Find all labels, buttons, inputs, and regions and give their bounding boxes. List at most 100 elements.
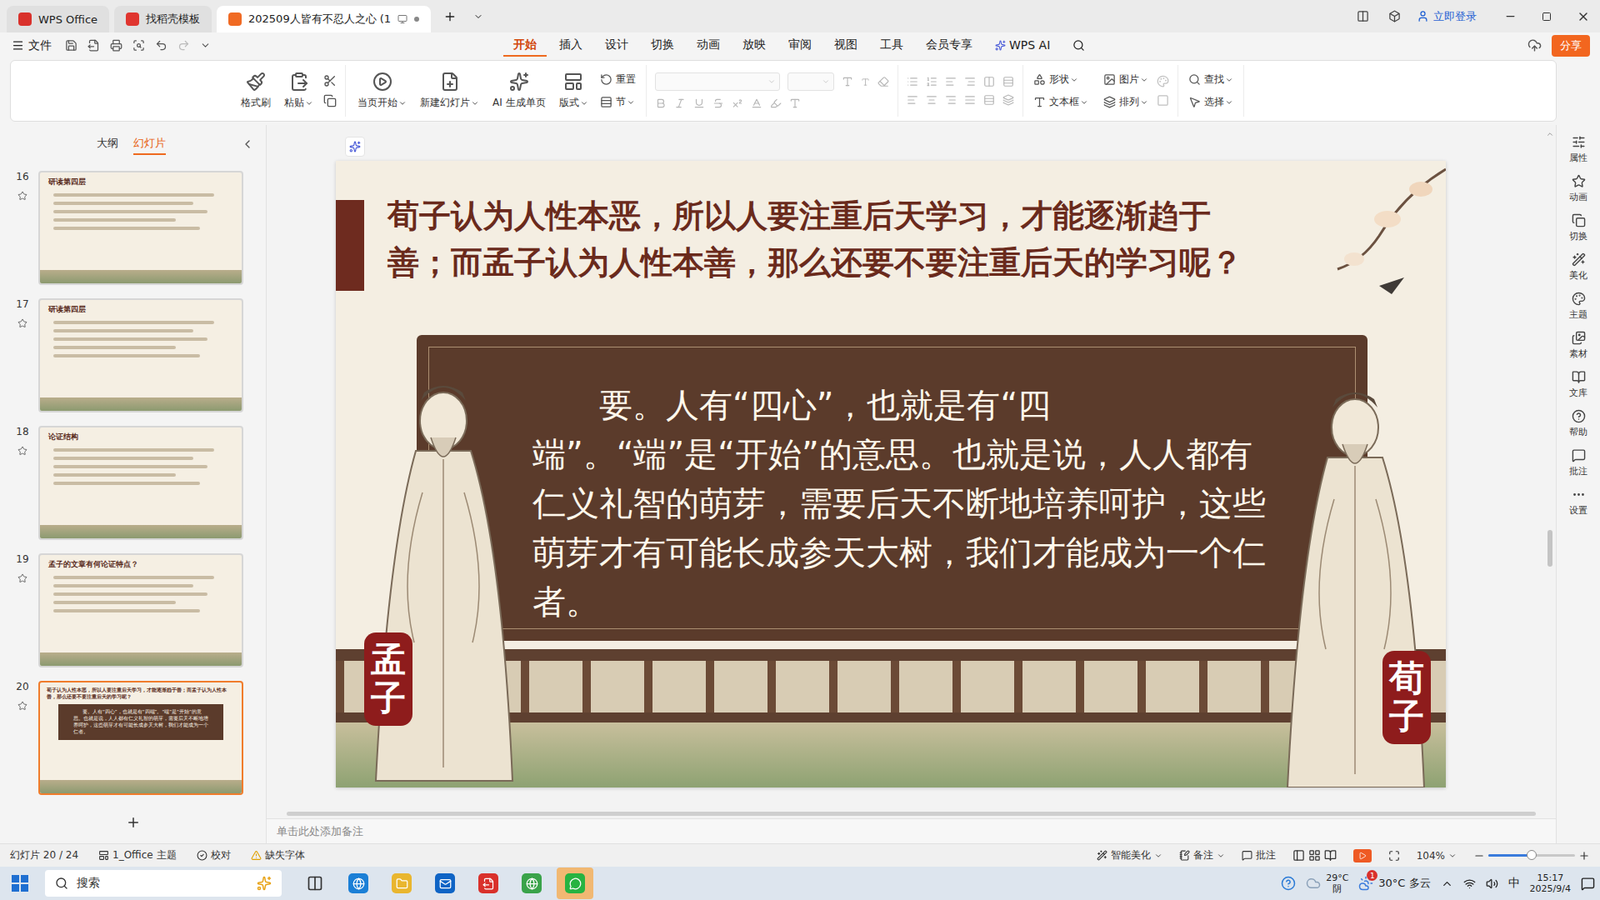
slide-thumbnail[interactable]: 18论证结构 (13, 425, 250, 540)
taskbar-app[interactable] (426, 867, 464, 900)
ribbon-tab[interactable]: 动画 (686, 34, 730, 57)
ribbon-small-button[interactable]: 查找 (1186, 71, 1235, 88)
notification-center-icon[interactable] (1580, 876, 1595, 891)
taskbar-app[interactable] (470, 867, 507, 900)
decrease-indent-icon[interactable] (945, 75, 957, 88)
panel-tab[interactable]: 幻灯片 (133, 133, 166, 155)
font-name-field[interactable] (655, 72, 780, 91)
sorter-view-icon[interactable] (1308, 849, 1321, 862)
document-tab[interactable]: 202509人皆有不忍人之心 (1 (216, 5, 431, 33)
ribbon-small-button[interactable]: 图片 (1101, 71, 1150, 88)
ribbon-small-button[interactable]: 形状 (1031, 71, 1090, 88)
copy-icon[interactable] (323, 94, 337, 108)
ribbon-small-button[interactable]: 排列 (1101, 94, 1150, 110)
login-button[interactable]: 立即登录 (1411, 9, 1490, 25)
fill-icon[interactable] (1156, 75, 1170, 88)
taskbar-app[interactable] (340, 867, 377, 900)
align-center-icon[interactable] (925, 94, 938, 106)
ribbon-button[interactable]: AI 生成单页 (489, 70, 550, 112)
font-color-icon[interactable] (750, 97, 763, 110)
collapse-button[interactable] (240, 137, 255, 151)
save-icon[interactable] (65, 39, 78, 52)
missing-font-button[interactable]: 缺失字体 (250, 848, 305, 863)
restore-button[interactable] (1530, 0, 1564, 33)
help-icon[interactable] (1280, 875, 1296, 891)
sidebar-item[interactable]: 设置 (1569, 487, 1588, 517)
more-icon[interactable] (200, 40, 211, 51)
weather-widget[interactable]: 29°C阴 (1305, 872, 1349, 895)
star-icon[interactable] (17, 700, 28, 711)
bold-icon[interactable] (655, 97, 667, 110)
zoom-out-icon[interactable] (1473, 850, 1485, 862)
vertical-scrollbar[interactable] (1544, 125, 1556, 809)
start-button[interactable] (11, 875, 29, 892)
ribbon-small-button[interactable]: 文本框 (1031, 94, 1090, 110)
ribbon-tab[interactable]: WPS AI (985, 35, 1060, 56)
zoom-slider[interactable] (1488, 854, 1575, 857)
ribbon-button[interactable]: 当页开始 (354, 70, 410, 112)
sidebar-item[interactable]: 批注 (1569, 448, 1588, 478)
volume-icon[interactable] (1485, 877, 1499, 890)
zoom-level[interactable]: 104% (1416, 850, 1457, 862)
reading-view-icon[interactable] (1324, 849, 1337, 862)
sidebar-item[interactable]: 帮助 (1569, 409, 1588, 439)
file-menu[interactable]: 文件 (11, 38, 52, 54)
task-view-button[interactable] (296, 867, 334, 900)
thumbnail-frame[interactable]: 研读第四层 (38, 298, 244, 413)
redo-icon[interactable] (177, 39, 190, 52)
clock[interactable]: 15:172025/9/4 (1530, 872, 1571, 895)
ribbon-small-button[interactable]: 重置 (598, 71, 638, 88)
layout-button[interactable] (1348, 0, 1377, 33)
notes-field[interactable]: 单击此处添加备注 (266, 818, 1556, 844)
window-icon[interactable] (397, 14, 408, 25)
slide[interactable]: 荀子认为人性本恶，所以人要注重后天学习，才能逐渐趋于善；而孟子认为人性本善，那么… (335, 160, 1446, 788)
thumbnail-frame[interactable]: 研读第四层 (38, 170, 244, 285)
taskbar-app[interactable] (556, 867, 594, 900)
sidebar-item[interactable]: 属性 (1569, 135, 1588, 165)
close-button[interactable] (1566, 0, 1600, 33)
ribbon-tab[interactable]: 设计 (595, 34, 639, 57)
taskbar-app[interactable] (383, 867, 420, 900)
star-icon[interactable] (17, 318, 28, 329)
slide-thumbnail[interactable]: 19孟子的文章有何论证特点？ (13, 553, 250, 668)
ribbon-tab[interactable]: 会员专享 (915, 34, 983, 57)
comments-button[interactable]: 批注 (1241, 848, 1276, 863)
search-button[interactable] (1062, 35, 1095, 56)
new-tab-button[interactable] (435, 0, 465, 33)
ribbon-tab[interactable]: 放映 (732, 34, 776, 57)
theme-indicator[interactable]: 1_Office 主题 (98, 848, 176, 863)
ribbon-button[interactable]: 格式刷 (237, 70, 275, 112)
columns-icon[interactable] (983, 75, 995, 88)
input-method[interactable]: 中 (1508, 875, 1520, 891)
undo-icon[interactable] (155, 39, 168, 52)
clear-format-icon[interactable] (877, 75, 890, 88)
ribbon-button[interactable]: 新建幻灯片 (416, 70, 483, 112)
char-spacing-icon[interactable] (789, 97, 801, 110)
fit-window-icon[interactable] (1388, 850, 1400, 862)
ribbon-tab[interactable]: 插入 (549, 34, 593, 57)
slideshow-button[interactable] (1353, 849, 1372, 863)
ribbon-tab[interactable]: 视图 (824, 34, 868, 57)
zoom-in-icon[interactable] (1578, 850, 1590, 862)
horizontal-scrollbar[interactable] (266, 808, 1556, 819)
ribbon-small-button[interactable]: 节 (598, 94, 638, 110)
slide-thumbnail[interactable]: 20荀子认为人性本恶，所以人要注重后天学习，才能逐渐趋于善；而孟子认为人性本善，… (13, 680, 250, 795)
sidebar-item[interactable]: 美化 (1569, 252, 1588, 282)
justify-icon[interactable] (964, 94, 976, 106)
grow-font-icon[interactable] (841, 75, 854, 88)
notes-button[interactable]: 备注 (1179, 848, 1225, 863)
font-size-field[interactable] (787, 72, 835, 91)
weather-news[interactable]: 130°C 多云 (1358, 875, 1430, 891)
ai-assist-button[interactable] (345, 136, 365, 157)
superscript-icon[interactable] (731, 97, 744, 110)
sidebar-item[interactable]: 动画 (1569, 174, 1588, 204)
highlight-icon[interactable] (770, 97, 782, 110)
sidebar-item[interactable]: 文库 (1569, 370, 1588, 400)
slide-thumbnail[interactable]: 16研读第四层 (13, 170, 250, 285)
thumbnail-frame[interactable]: 荀子认为人性本恶，所以人要注重后天学习，才能逐渐趋于善；而孟子认为人性本善，那么… (38, 680, 244, 795)
line-spacing-icon[interactable] (1002, 75, 1015, 88)
ribbon-tab[interactable]: 开始 (503, 34, 547, 57)
cloud-sync-icon[interactable] (1527, 38, 1542, 53)
ribbon-small-button[interactable]: 选择 (1186, 94, 1235, 110)
document-tab[interactable]: WPS Office (6, 5, 110, 33)
